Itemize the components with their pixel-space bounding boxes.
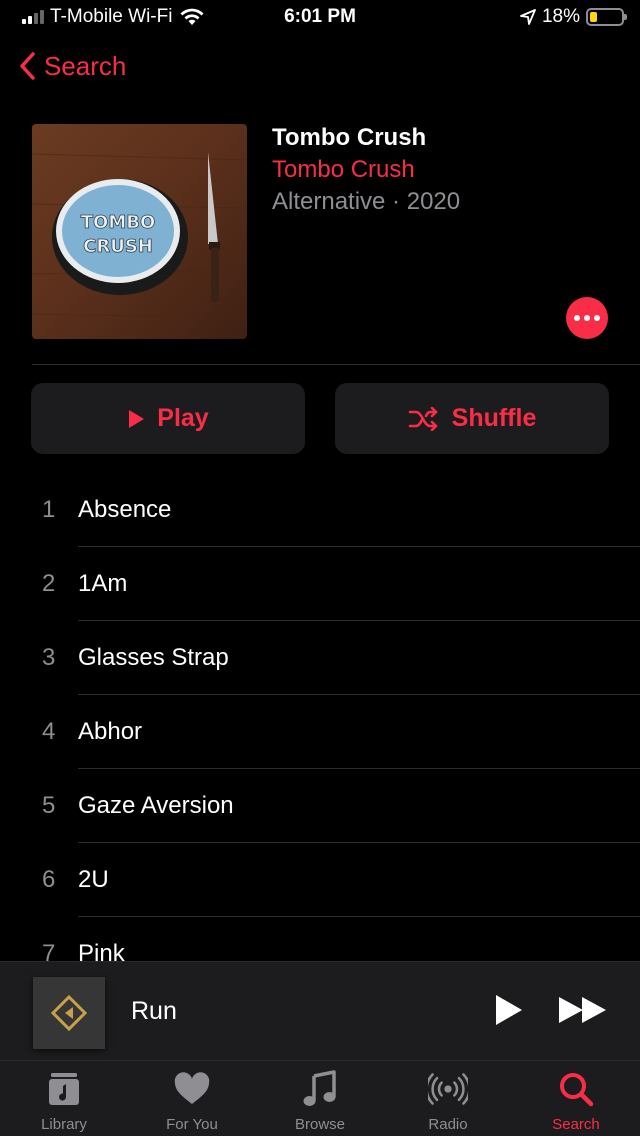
tab-library[interactable]: Library xyxy=(0,1061,128,1136)
status-right: 18% xyxy=(520,6,627,28)
album-artist-link[interactable]: Tombo Crush xyxy=(272,156,415,184)
play-icon xyxy=(129,409,145,428)
track-row[interactable]: 4 Abhor xyxy=(0,695,640,769)
track-number: 5 xyxy=(42,792,56,819)
play-label: Play xyxy=(157,404,209,432)
track-row[interactable]: 5 Gaze Aversion xyxy=(0,769,640,843)
tab-label: Search xyxy=(552,1116,600,1133)
track-row[interactable]: 6 2U xyxy=(0,843,640,917)
album-artwork[interactable]: TOMBO CRUSH xyxy=(32,124,247,339)
track-row[interactable]: 2 1Am xyxy=(0,547,640,621)
track-list: 1 Absence 2 1Am 3 Glasses Strap 4 Abhor … xyxy=(0,473,640,961)
play-button[interactable]: Play xyxy=(31,383,305,454)
battery-icon xyxy=(586,8,627,26)
shuffle-label: Shuffle xyxy=(451,404,537,432)
track-row[interactable]: 1 Absence xyxy=(0,473,640,547)
heart-icon xyxy=(172,1069,212,1109)
track-number: 6 xyxy=(42,866,56,893)
battery-percentage: 18% xyxy=(541,6,580,27)
track-title: Absence xyxy=(78,496,172,523)
shuffle-icon xyxy=(408,406,437,431)
tab-browse[interactable]: Browse xyxy=(256,1061,384,1136)
shuffle-button[interactable]: Shuffle xyxy=(335,383,609,454)
tab-label: Library xyxy=(41,1116,87,1133)
track-title: Gaze Aversion xyxy=(78,792,234,819)
track-title: 2U xyxy=(78,866,109,893)
track-row[interactable]: 7 Pink xyxy=(0,917,640,961)
ellipsis-icon xyxy=(574,315,580,321)
track-title: Abhor xyxy=(78,718,143,745)
header-divider xyxy=(32,364,640,365)
library-icon xyxy=(44,1069,84,1109)
back-label: Search xyxy=(44,50,127,81)
tab-search[interactable]: Search xyxy=(512,1061,640,1136)
search-icon xyxy=(556,1069,596,1109)
album-artwork-image: TOMBO CRUSH xyxy=(32,124,247,339)
track-number: 3 xyxy=(42,644,56,671)
album-title: Tombo Crush xyxy=(272,124,427,151)
location-arrow-icon xyxy=(520,9,536,25)
mini-player[interactable]: Run xyxy=(0,961,640,1060)
track-number: 1 xyxy=(42,496,56,523)
tab-bar: Library For You Browse Radio Search xyxy=(0,1060,640,1136)
tab-radio[interactable]: Radio xyxy=(384,1061,512,1136)
radio-icon xyxy=(428,1069,468,1109)
status-bar: T-Mobile Wi-Fi 6:01 PM 18% xyxy=(0,0,640,34)
now-playing-title: Run xyxy=(131,997,177,1025)
tab-for-you[interactable]: For You xyxy=(128,1061,256,1136)
track-number: 7 xyxy=(42,940,56,961)
track-title: Pink xyxy=(78,940,125,961)
mini-player-next-icon[interactable] xyxy=(556,992,610,1028)
track-number: 2 xyxy=(42,570,56,597)
album-genre-year: Alternative · 2020 xyxy=(272,188,461,215)
track-title: Glasses Strap xyxy=(78,644,229,671)
track-title: 1Am xyxy=(78,570,128,597)
artwork-text-line-2: CRUSH xyxy=(83,236,153,257)
tab-label: Browse xyxy=(294,1116,346,1133)
back-button[interactable]: Search xyxy=(18,46,126,86)
tab-label: Radio xyxy=(428,1116,468,1133)
chevron-left-icon xyxy=(20,52,35,80)
track-row[interactable]: 3 Glasses Strap xyxy=(0,621,640,695)
now-playing-artwork[interactable] xyxy=(33,977,105,1049)
artwork-text-line-1: TOMBO xyxy=(81,212,156,233)
music-note-icon xyxy=(300,1069,340,1109)
tab-label: For You xyxy=(166,1116,218,1133)
more-options-button[interactable] xyxy=(566,297,608,339)
battery-level-fill xyxy=(590,12,597,22)
now-playing-artwork-image xyxy=(33,977,105,1049)
track-number: 4 xyxy=(42,718,56,745)
mini-player-play-icon[interactable] xyxy=(490,992,526,1028)
